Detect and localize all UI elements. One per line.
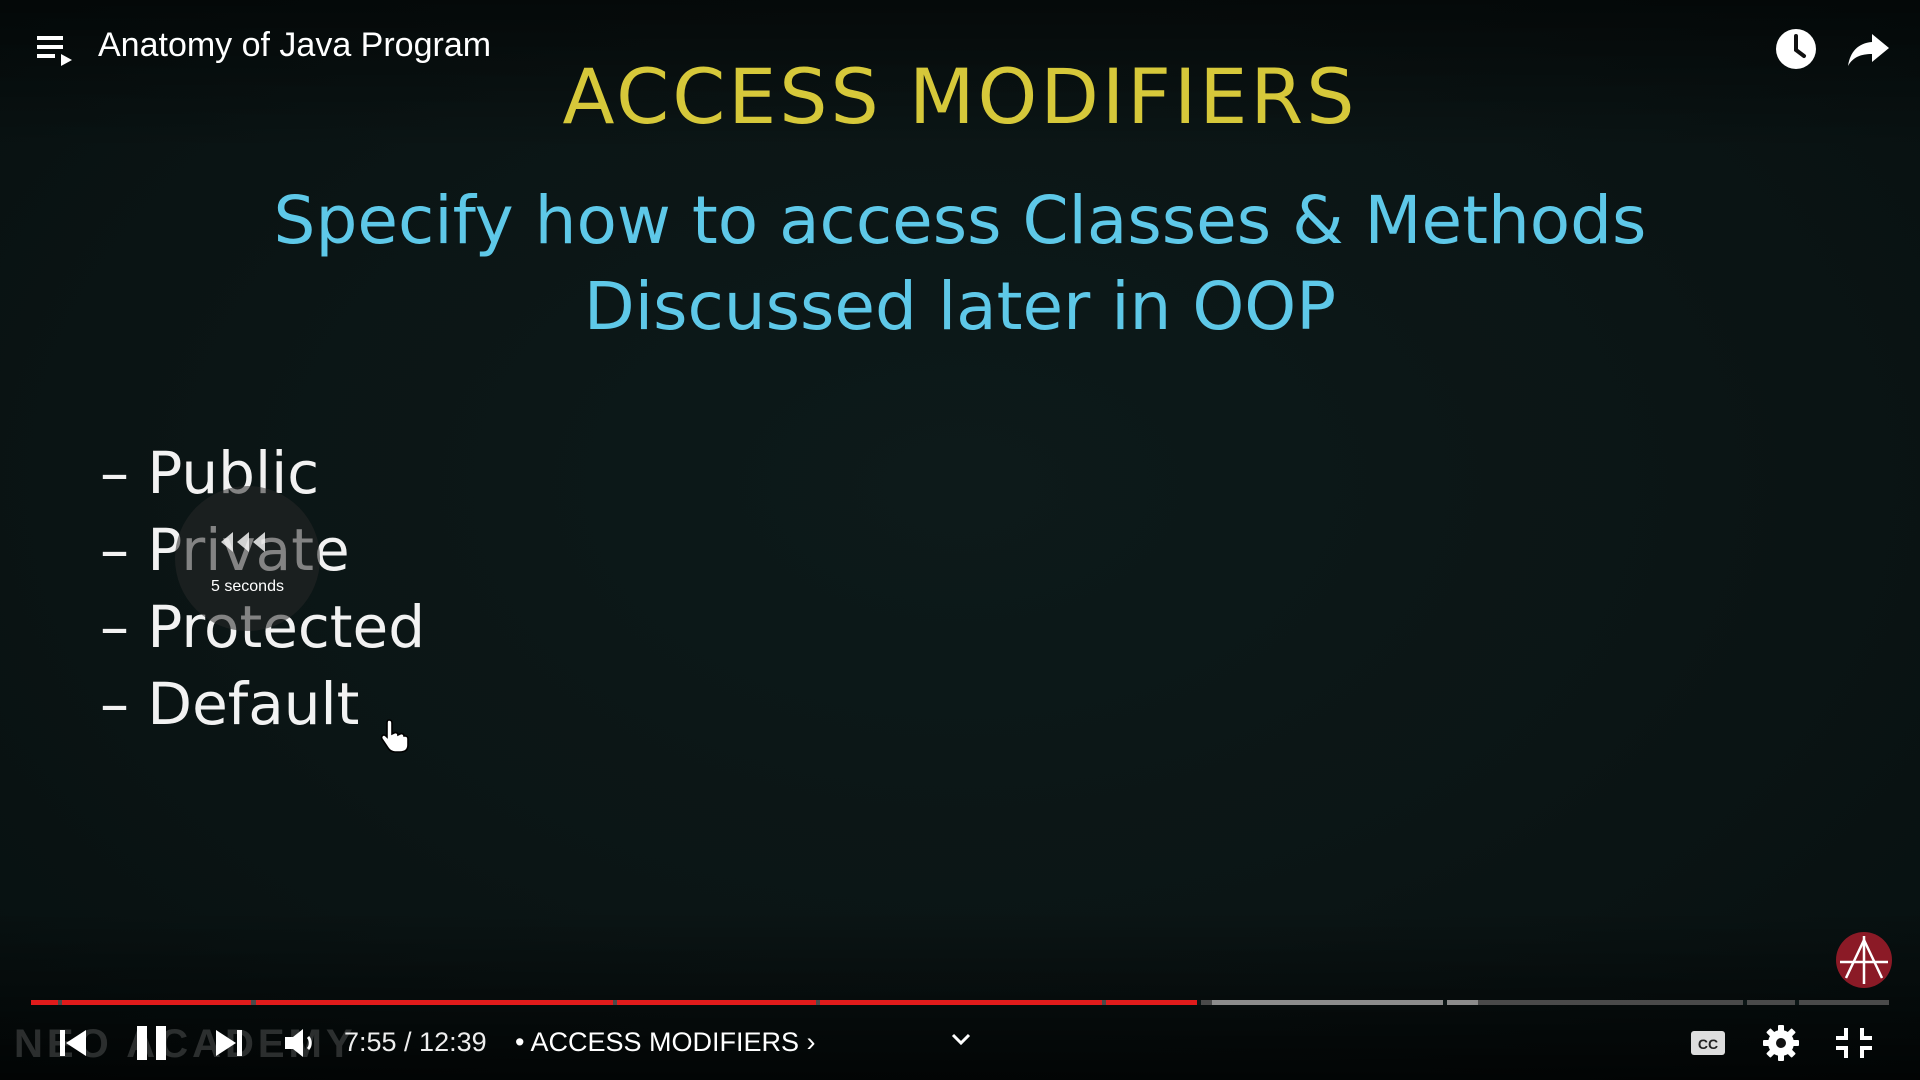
- expand-chapters-button[interactable]: [948, 1028, 974, 1050]
- progress-buffered: [1212, 1000, 1478, 1005]
- volume-button[interactable]: [282, 1024, 322, 1062]
- svg-text:CC: CC: [1698, 1036, 1718, 1052]
- bullet-default: – Default: [100, 670, 360, 738]
- exit-fullscreen-icon: [1836, 1028, 1872, 1058]
- settings-button[interactable]: [1760, 1022, 1802, 1064]
- rewind-arrows-icon: [221, 532, 265, 552]
- captions-button[interactable]: CC: [1688, 1024, 1728, 1062]
- neso-logo-icon: [1840, 936, 1888, 984]
- progress-played-chapter: [617, 1000, 816, 1005]
- progress-bar[interactable]: [31, 1000, 1889, 1005]
- pause-icon: [137, 1026, 166, 1060]
- chapter-gap: [1443, 1000, 1447, 1005]
- time-display: 7:55 / 12:39: [344, 1027, 487, 1057]
- skip-previous-icon: [60, 1030, 86, 1056]
- progress-played-chapter: [62, 1000, 251, 1005]
- chapter-gap: [1197, 1000, 1201, 1005]
- video-player[interactable]: Anatomy of Java Program ACCESS MODIFIERS…: [0, 0, 1920, 1080]
- seek-label: 5 seconds: [211, 578, 284, 595]
- chapter-gap: [1743, 1000, 1747, 1005]
- slide-subtitle-line-1: Specify how to access Classes & Methods: [273, 182, 1647, 259]
- slide-heading: ACCESS MODIFIERS: [562, 52, 1358, 141]
- exit-fullscreen-button[interactable]: [1834, 1024, 1874, 1062]
- progress-played-chapter: [1106, 1000, 1197, 1005]
- slide-subtitle-line-2: Discussed later in OOP: [583, 268, 1337, 345]
- next-button[interactable]: [212, 1024, 246, 1062]
- hand-cursor-icon: [380, 719, 409, 753]
- progress-played-chapter: [256, 1000, 613, 1005]
- progress-played-chapter: [820, 1000, 1102, 1005]
- cc-icon: CC: [1691, 1031, 1725, 1055]
- volume-icon: [285, 1029, 312, 1057]
- chapter-gap: [1795, 1000, 1799, 1005]
- chapter-title-button[interactable]: • ACCESS MODIFIERS ›: [515, 1027, 816, 1058]
- seek-back-indicator: 5 seconds: [175, 486, 320, 631]
- gear-icon: [1763, 1025, 1799, 1061]
- progress-played-chapter: [31, 1000, 58, 1005]
- previous-button[interactable]: [56, 1024, 90, 1062]
- channel-logo[interactable]: [1836, 932, 1892, 988]
- pause-button[interactable]: [132, 1022, 172, 1064]
- skip-next-icon: [216, 1030, 242, 1056]
- chevron-down-icon: [951, 1033, 971, 1046]
